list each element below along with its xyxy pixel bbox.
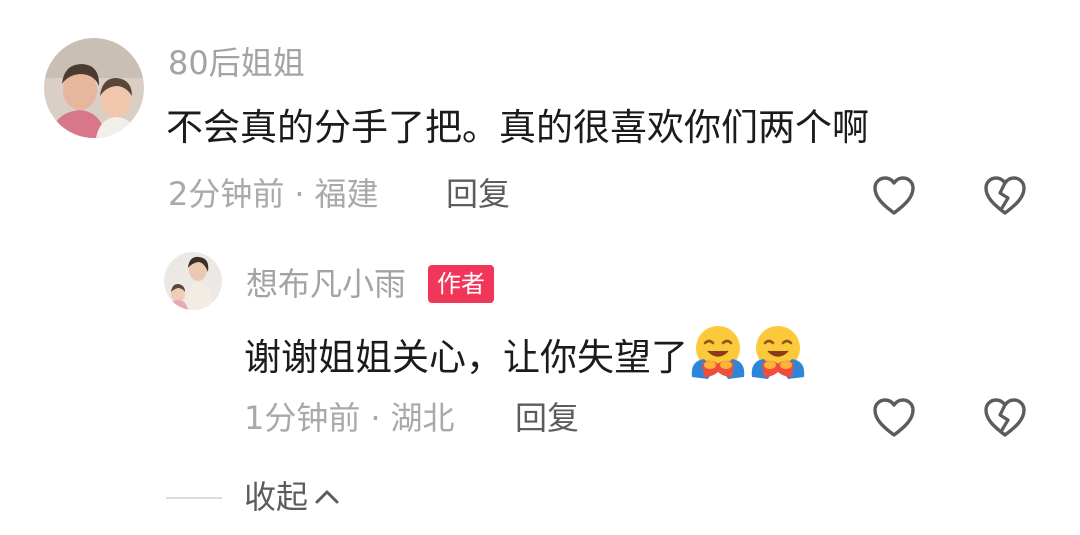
reply-dislike-button[interactable] [982,396,1028,440]
reply-author-username[interactable]: 想布凡小雨 [246,264,406,304]
commenter-avatar[interactable] [44,38,144,138]
meta-separator: · [294,175,305,213]
comment-meta: 2分钟前 · 福建 [168,174,379,214]
chevron-up-icon [314,487,340,505]
reply-text: 谢谢姐姐关心，让你失望了 [244,323,808,383]
broken-heart-icon [984,176,1026,215]
comment-time: 2分钟前 [168,175,285,213]
reply-to-reply-button[interactable]: 回复 [515,398,579,438]
meta-separator: · [370,399,381,437]
user-avatar-photo-icon [164,252,222,310]
comment-location: 福建 [314,175,379,213]
reply-author-avatar[interactable] [164,252,222,310]
reply-meta: 1分钟前 · 湖北 [244,398,455,438]
collapse-replies-button[interactable]: 收起 [244,477,340,517]
comment-text: 不会真的分手了把。真的很喜欢你们两个啊 [166,106,869,149]
comment-thread: 80后姐姐 不会真的分手了把。真的很喜欢你们两个啊 2分钟前 · 福建 回复 想布凡… [0,0,1080,535]
reply-button[interactable]: 回复 [446,174,510,214]
reply-location: 湖北 [390,399,455,437]
like-button[interactable] [871,174,917,218]
hugging-face-emoji-icon [688,323,748,379]
reply-like-button[interactable] [871,396,917,440]
heart-outline-icon [873,398,915,437]
broken-heart-icon [984,398,1026,437]
heart-outline-icon [873,176,915,215]
collapse-divider [166,497,222,499]
reply-text-content: 谢谢姐姐关心，让你失望了 [244,336,688,379]
commenter-username[interactable]: 80后姐姐 [168,43,305,83]
hugging-face-emoji-icon [748,323,808,379]
user-avatar-photo-icon [44,38,144,138]
reply-time: 1分钟前 [244,399,361,437]
dislike-button[interactable] [982,174,1028,218]
collapse-label: 收起 [244,478,309,516]
author-badge: 作者 [428,265,494,303]
